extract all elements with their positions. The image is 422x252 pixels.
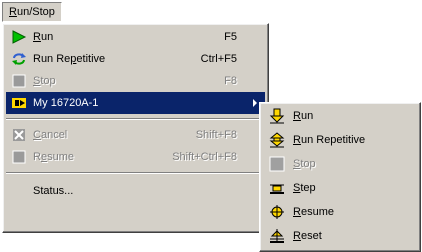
- step-icon: [269, 180, 285, 196]
- menu-item-resume[interactable]: Resume Shift+Ctrl+F8: [6, 146, 265, 168]
- shortcut-text: Shift+F8: [195, 129, 237, 141]
- submenu-item-stop[interactable]: Stop: [263, 153, 417, 175]
- submenu-item-step[interactable]: Step: [263, 177, 417, 199]
- reset-icon: [269, 228, 285, 244]
- shortcut-text: F8: [224, 75, 237, 87]
- submenu-item-reset[interactable]: Reset: [263, 225, 417, 247]
- menu-item-run-repetitive[interactable]: Run Repetitive Ctrl+F5: [6, 48, 265, 70]
- submenu-item-resume[interactable]: Resume: [263, 201, 417, 223]
- green-play-icon: [11, 29, 27, 45]
- my-16720a-1-submenu: Run Run Repetitive Stop Step Resume Rese…: [259, 102, 421, 252]
- run-down-arrow-icon: [269, 108, 285, 124]
- shortcut-text: Shift+Ctrl+F8: [172, 151, 237, 163]
- resume-square-icon: [11, 149, 27, 165]
- resume-icon: [269, 204, 285, 220]
- shortcut-text: Ctrl+F5: [200, 53, 237, 65]
- menu-item-stop[interactable]: Stop F8: [6, 70, 265, 92]
- cancel-x-icon: [11, 127, 27, 143]
- shortcut-text: F5: [224, 31, 237, 43]
- submenu-item-run-repetitive[interactable]: Run Repetitive: [263, 129, 417, 151]
- stop-square-icon: [269, 156, 285, 172]
- run-repetitive-icon: [269, 132, 285, 148]
- menu-item-cancel[interactable]: Cancel Shift+F8: [6, 124, 265, 146]
- module-run-icon: [11, 95, 27, 111]
- repeat-arrows-icon: [11, 51, 27, 67]
- menu-separator: [6, 118, 265, 120]
- menu-bar: Run/Stop: [0, 0, 422, 22]
- stop-square-icon: [11, 73, 27, 89]
- menu-item-status[interactable]: Status...: [6, 180, 265, 202]
- run-stop-menu[interactable]: Run/Stop: [2, 2, 62, 22]
- menu-item-my-16720a-1[interactable]: My 16720A-1: [6, 92, 265, 114]
- run-stop-dropdown: Run F5 Run Repetitive Ctrl+F5 Stop F8 My…: [2, 23, 269, 233]
- submenu-item-run[interactable]: Run: [263, 105, 417, 127]
- menu-separator: [6, 172, 265, 174]
- submenu-arrow-icon: [253, 99, 257, 107]
- menu-item-run[interactable]: Run F5: [6, 26, 265, 48]
